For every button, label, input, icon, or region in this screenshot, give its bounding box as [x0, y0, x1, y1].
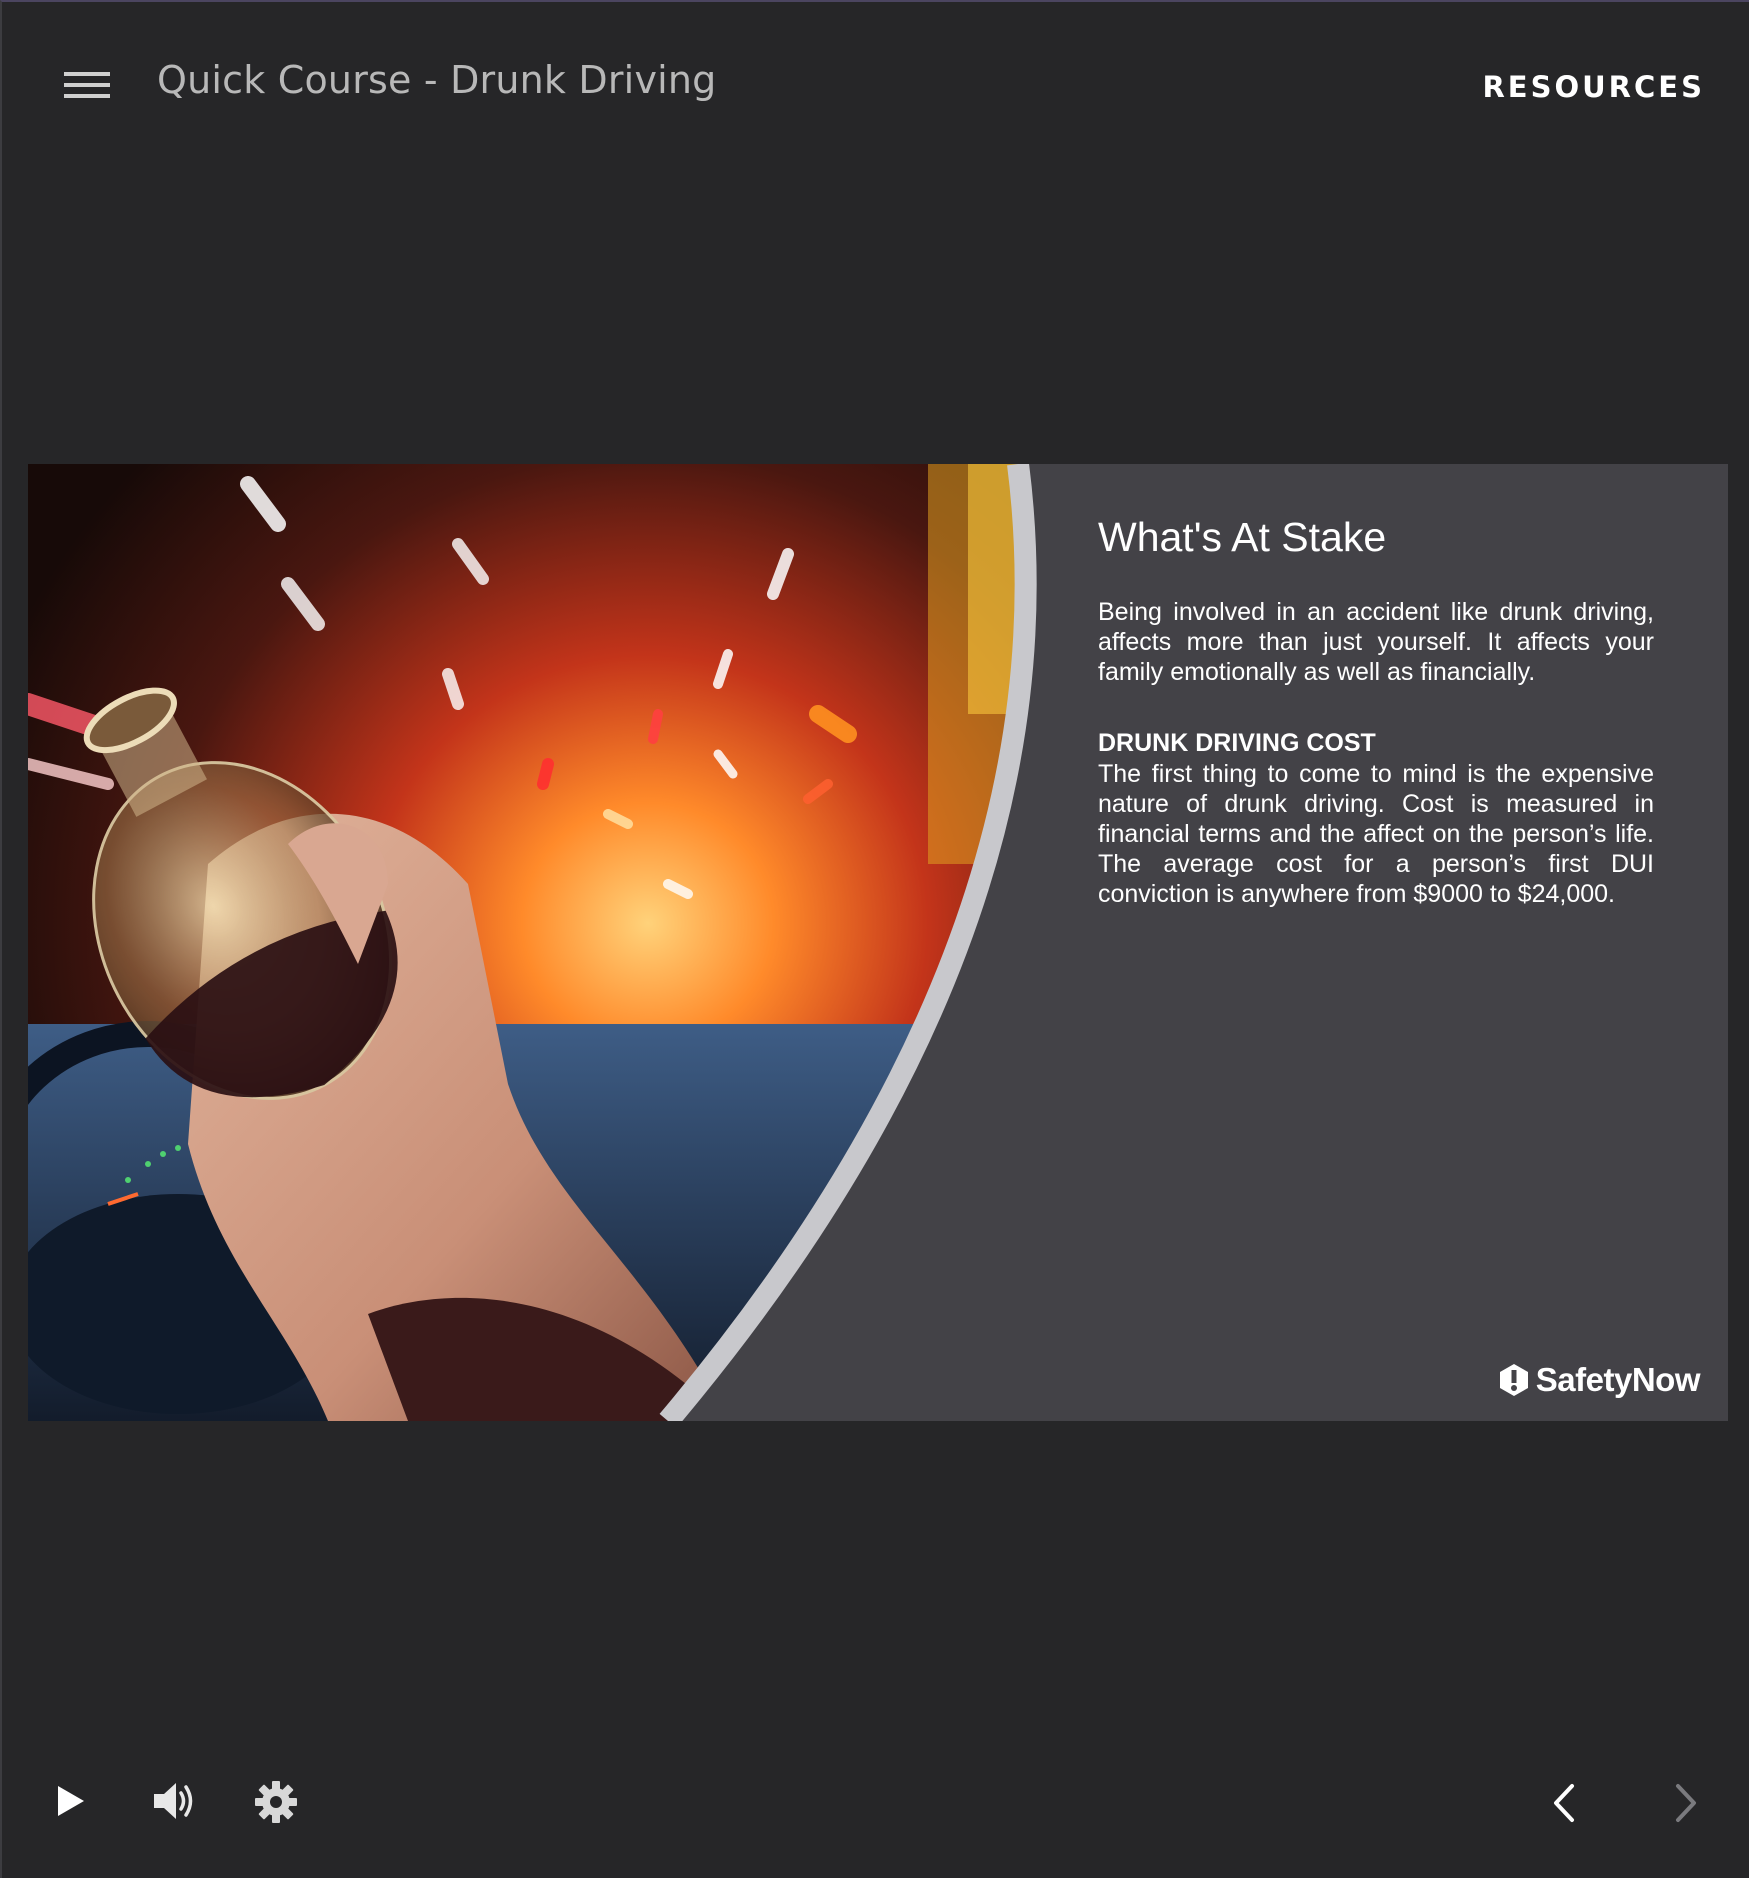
- chevron-left-icon[interactable]: [1550, 1782, 1578, 1824]
- gear-icon[interactable]: [254, 1780, 298, 1824]
- slide-subheading: DRUNK DRIVING COST: [1098, 729, 1376, 757]
- course-title: Quick Course - Drunk Driving: [157, 58, 717, 102]
- playback-controls: [2, 1762, 1749, 1842]
- slide-text: What's At Stake Being involved in an acc…: [1098, 514, 1654, 909]
- player-header: Quick Course - Drunk Driving RESOURCES: [2, 2, 1749, 172]
- chevron-right-icon[interactable]: [1672, 1782, 1700, 1824]
- play-icon[interactable]: [56, 1784, 86, 1818]
- slide-intro: Being involved in an accident like drunk…: [1098, 598, 1654, 686]
- safetynow-logo-icon: [1499, 1364, 1528, 1396]
- slide-heading: What's At Stake: [1098, 514, 1387, 560]
- safetynow-logo: SafetyNow: [1496, 1359, 1701, 1401]
- course-player: Quick Course - Drunk Driving RESOURCES W…: [0, 0, 1749, 1878]
- logo-text: SafetyNow: [1535, 1361, 1701, 1398]
- slide-body: The first thing to come to mind is the e…: [1098, 760, 1654, 908]
- resources-button[interactable]: RESOURCES: [1482, 70, 1705, 104]
- slide: What's At Stake Being involved in an acc…: [28, 464, 1728, 1421]
- volume-icon[interactable]: [152, 1780, 200, 1822]
- hamburger-menu-icon[interactable]: [64, 70, 110, 100]
